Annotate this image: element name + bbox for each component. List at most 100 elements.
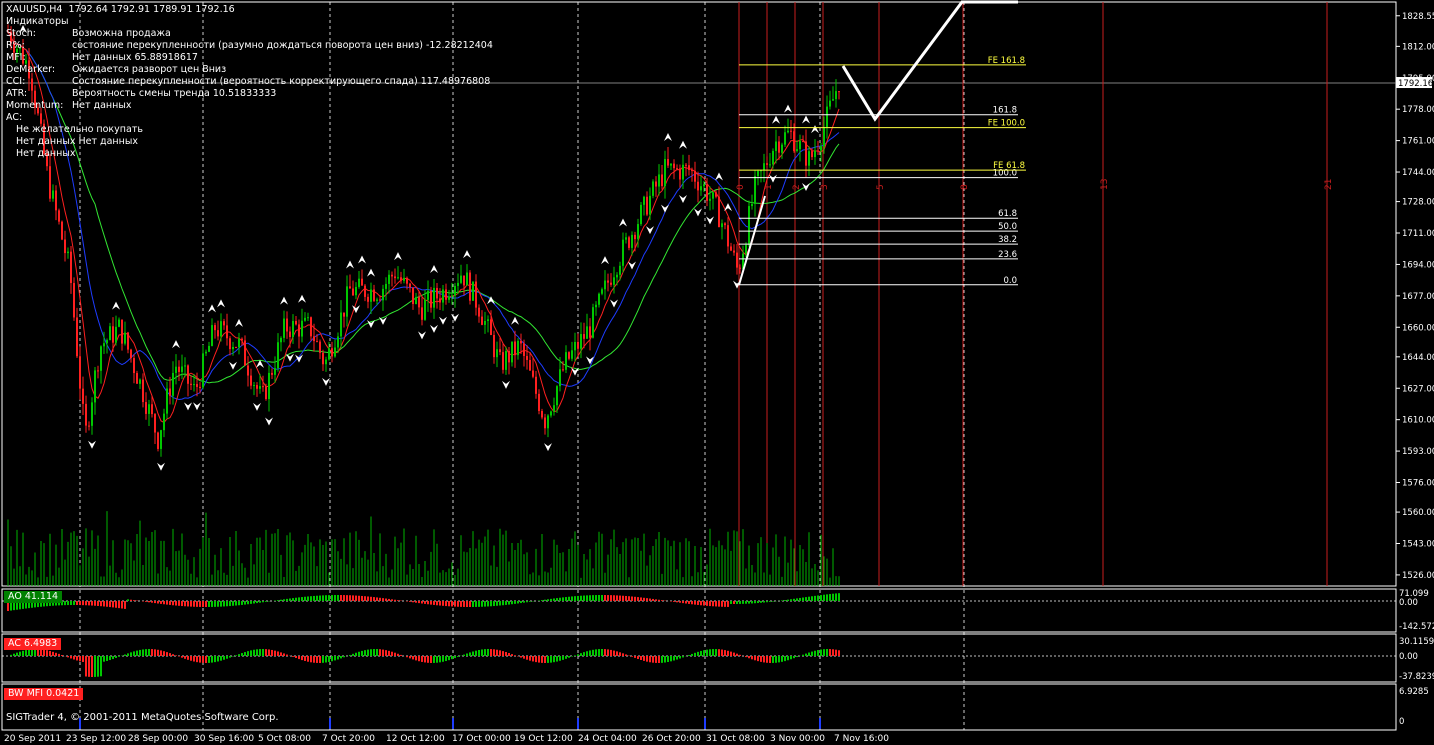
candle-body <box>766 163 768 165</box>
fractal-up-marker <box>112 301 120 310</box>
candle-body <box>322 352 324 365</box>
candle-body <box>736 252 738 268</box>
y-tick-label: 1778.00 <box>1402 105 1434 115</box>
info-value: Вероятность смены тренда 10.51833333 <box>72 88 277 99</box>
candle-body <box>367 296 369 302</box>
candle-body <box>589 326 591 338</box>
candle-body <box>430 290 432 308</box>
fractal-down-marker <box>628 261 636 270</box>
info-value: Нет данных 65.88918617 <box>72 52 198 63</box>
candle-body <box>238 338 240 348</box>
candle-body <box>244 340 246 366</box>
fractal-down-marker <box>193 402 201 411</box>
fractal-up-marker <box>208 304 216 313</box>
candle-body <box>397 277 399 279</box>
fib-time-zone-label: 8 <box>960 184 970 190</box>
candle-body <box>667 159 669 166</box>
candle-body <box>751 203 753 207</box>
fractal-down-marker <box>295 354 303 363</box>
candle-body <box>388 274 390 284</box>
candle-body <box>433 287 435 308</box>
fractal-up-marker <box>298 294 306 303</box>
y-tick-label: 1828.55 <box>1402 12 1434 22</box>
candle-body <box>619 265 621 275</box>
candle-body <box>193 384 195 386</box>
candle-body <box>586 326 588 339</box>
y-tick-label: 1660.00 <box>1402 323 1434 333</box>
candle-body <box>835 91 837 100</box>
candle-body <box>91 402 93 426</box>
candle-body <box>106 340 108 344</box>
fractal-up-marker <box>463 250 471 259</box>
candle-body <box>658 174 660 187</box>
candle-body <box>277 342 279 369</box>
candle-body <box>577 341 579 349</box>
candle-body <box>73 283 75 318</box>
candle-body <box>493 334 495 358</box>
y-tick-label: 1576.00 <box>1402 479 1434 489</box>
candle-body <box>100 346 102 371</box>
candle-body <box>694 170 696 182</box>
candle-body <box>487 319 489 321</box>
candle-body <box>484 320 486 325</box>
x-tick-label: 30 Sep 16:00 <box>194 734 254 744</box>
fractal-up-marker <box>664 133 672 142</box>
candle-body <box>211 325 213 346</box>
chart-window: 1828.551812.001795.001778.001761.001744.… <box>0 0 1434 745</box>
candle-body <box>220 321 222 337</box>
candle-body <box>82 388 84 404</box>
candle-body <box>49 166 51 199</box>
candle-body <box>370 289 372 302</box>
candle-body <box>271 372 273 375</box>
fractal-down-marker <box>229 361 237 370</box>
candle-body <box>592 307 594 338</box>
info-row: ATR: Вероятность смены тренда 10.51833333 <box>6 88 493 100</box>
candle-body <box>427 290 429 300</box>
bwmfi-plot-frame <box>1 683 1397 731</box>
candle-body <box>613 277 615 285</box>
fractal-up-marker <box>172 340 180 349</box>
candle-body <box>268 372 270 400</box>
candle-body <box>706 184 708 201</box>
candle-body <box>148 404 150 414</box>
x-tick-label: 26 Oct 20:00 <box>642 734 701 744</box>
candle-body <box>184 365 186 367</box>
candle-body <box>364 285 366 297</box>
candle-body <box>637 224 639 240</box>
fractal-up-marker <box>679 140 687 149</box>
fractal-up-marker <box>802 115 810 124</box>
fractal-up-marker <box>784 104 792 113</box>
y-tick-label: 1610.00 <box>1402 416 1434 426</box>
y-tick-label: 1812.00 <box>1402 42 1434 52</box>
x-tick-label: 12 Oct 12:00 <box>386 734 445 744</box>
info-row: MFI: Нет данных 65.88918617 <box>6 52 493 64</box>
info-key: CCI: <box>6 76 26 87</box>
fractal-down-marker <box>610 299 618 308</box>
candle-body <box>712 192 714 199</box>
info-row: AC: <box>6 112 493 124</box>
candle-body <box>514 341 516 356</box>
candle-body <box>115 326 117 343</box>
candle-body <box>802 140 804 142</box>
candle-body <box>817 150 819 152</box>
candle-body <box>718 196 720 228</box>
fib-expansion-label: FE 161.8 <box>988 56 1025 66</box>
fib-time-zone-label: 5 <box>876 184 886 190</box>
candle-body <box>721 223 723 228</box>
candle-body <box>808 151 810 166</box>
fib-time-zone-label: 0 <box>736 184 746 190</box>
ac-badge: AC 6.4983 <box>4 638 62 650</box>
candle-body <box>346 286 348 317</box>
candle-body <box>655 181 657 187</box>
candle-body <box>355 286 357 296</box>
candle-body <box>598 293 600 305</box>
candle-body <box>571 350 573 359</box>
info-value: Ожидается разворот цен Вниз <box>72 64 227 75</box>
candle-body <box>382 288 384 301</box>
candle-body <box>763 163 765 171</box>
candle-body <box>616 274 618 278</box>
y-tick-label: 1526.00 <box>1402 571 1434 581</box>
candle-body <box>832 99 834 101</box>
candle-body <box>190 383 192 385</box>
info-row: Momentum: Нет данных <box>6 100 493 112</box>
